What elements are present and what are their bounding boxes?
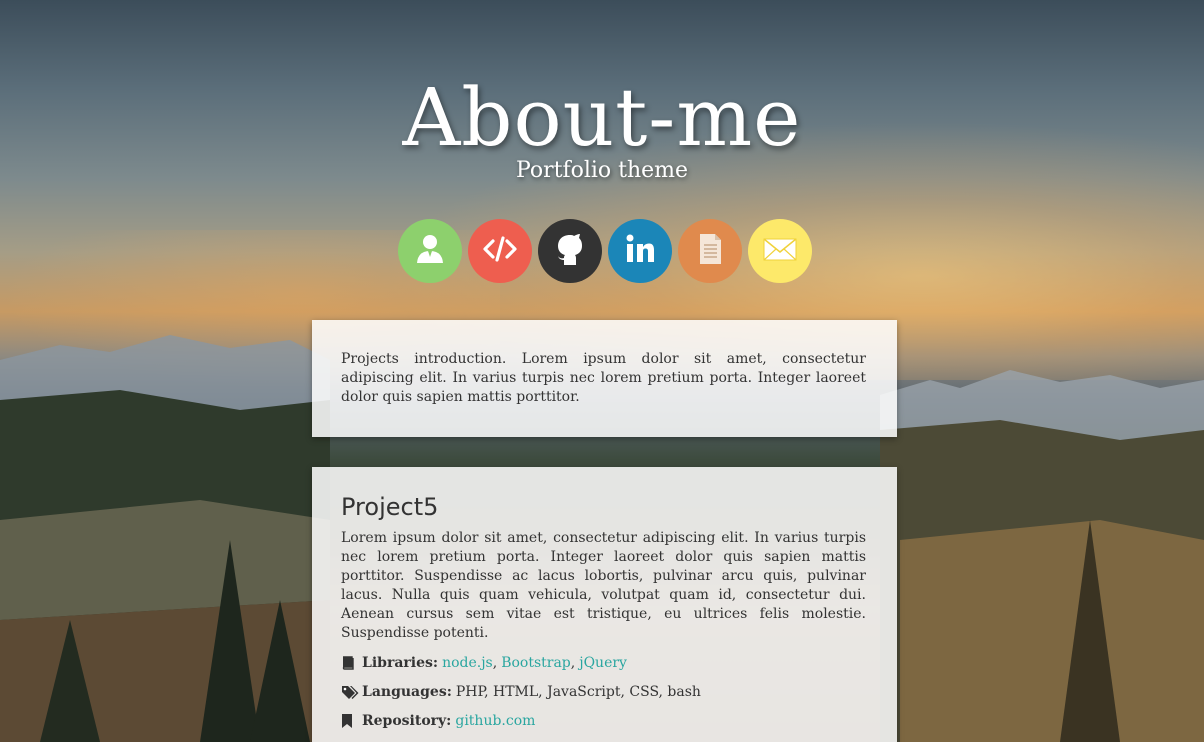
library-link-nodejs[interactable]: node.js (442, 655, 493, 671)
social-links (398, 219, 812, 283)
project-description: Lorem ipsum dolor sit amet, consectetur … (341, 530, 866, 641)
book-icon (341, 655, 361, 670)
user-icon (410, 229, 450, 273)
linkedin-button[interactable] (608, 219, 672, 283)
header: About-me Portfolio theme (0, 71, 1204, 184)
about-button[interactable] (398, 219, 462, 283)
project-card: Project5 Lorem ipsum dolor sit amet, con… (312, 467, 897, 742)
languages-label: Languages: (362, 683, 452, 700)
library-link-jquery[interactable]: jQuery (579, 655, 627, 671)
intro-text: Projects introduction. Lorem ipsum dolor… (341, 351, 866, 405)
resume-button[interactable] (678, 219, 742, 283)
linkedin-icon (620, 229, 660, 273)
github-button[interactable] (538, 219, 602, 283)
projects-button[interactable] (468, 219, 532, 283)
project-title: Project5 (341, 493, 439, 521)
repository-row: Repository: github.com (341, 711, 866, 730)
email-button[interactable] (748, 219, 812, 283)
repository-label: Repository: (362, 712, 452, 729)
libraries-label: Libraries: (362, 654, 439, 671)
envelope-icon (760, 229, 800, 273)
project-meta: Libraries: node.js, Bootstrap, jQuery La… (341, 653, 866, 730)
languages-row: Languages: PHP, HTML, JavaScript, CSS, b… (341, 682, 866, 701)
libraries-row: Libraries: node.js, Bootstrap, jQuery (341, 653, 866, 672)
site-title: About-me (402, 71, 802, 164)
code-icon (480, 229, 520, 273)
repository-link[interactable]: github.com (455, 713, 535, 729)
intro-card: Projects introduction. Lorem ipsum dolor… (312, 320, 897, 437)
languages-value: PHP, HTML, JavaScript, CSS, bash (455, 683, 701, 700)
bookmark-icon (341, 713, 361, 728)
tags-icon (341, 685, 361, 699)
site-subtitle: Portfolio theme (515, 158, 689, 183)
library-link-bootstrap[interactable]: Bootstrap (501, 655, 571, 671)
document-icon (690, 229, 730, 273)
github-icon (550, 229, 590, 273)
